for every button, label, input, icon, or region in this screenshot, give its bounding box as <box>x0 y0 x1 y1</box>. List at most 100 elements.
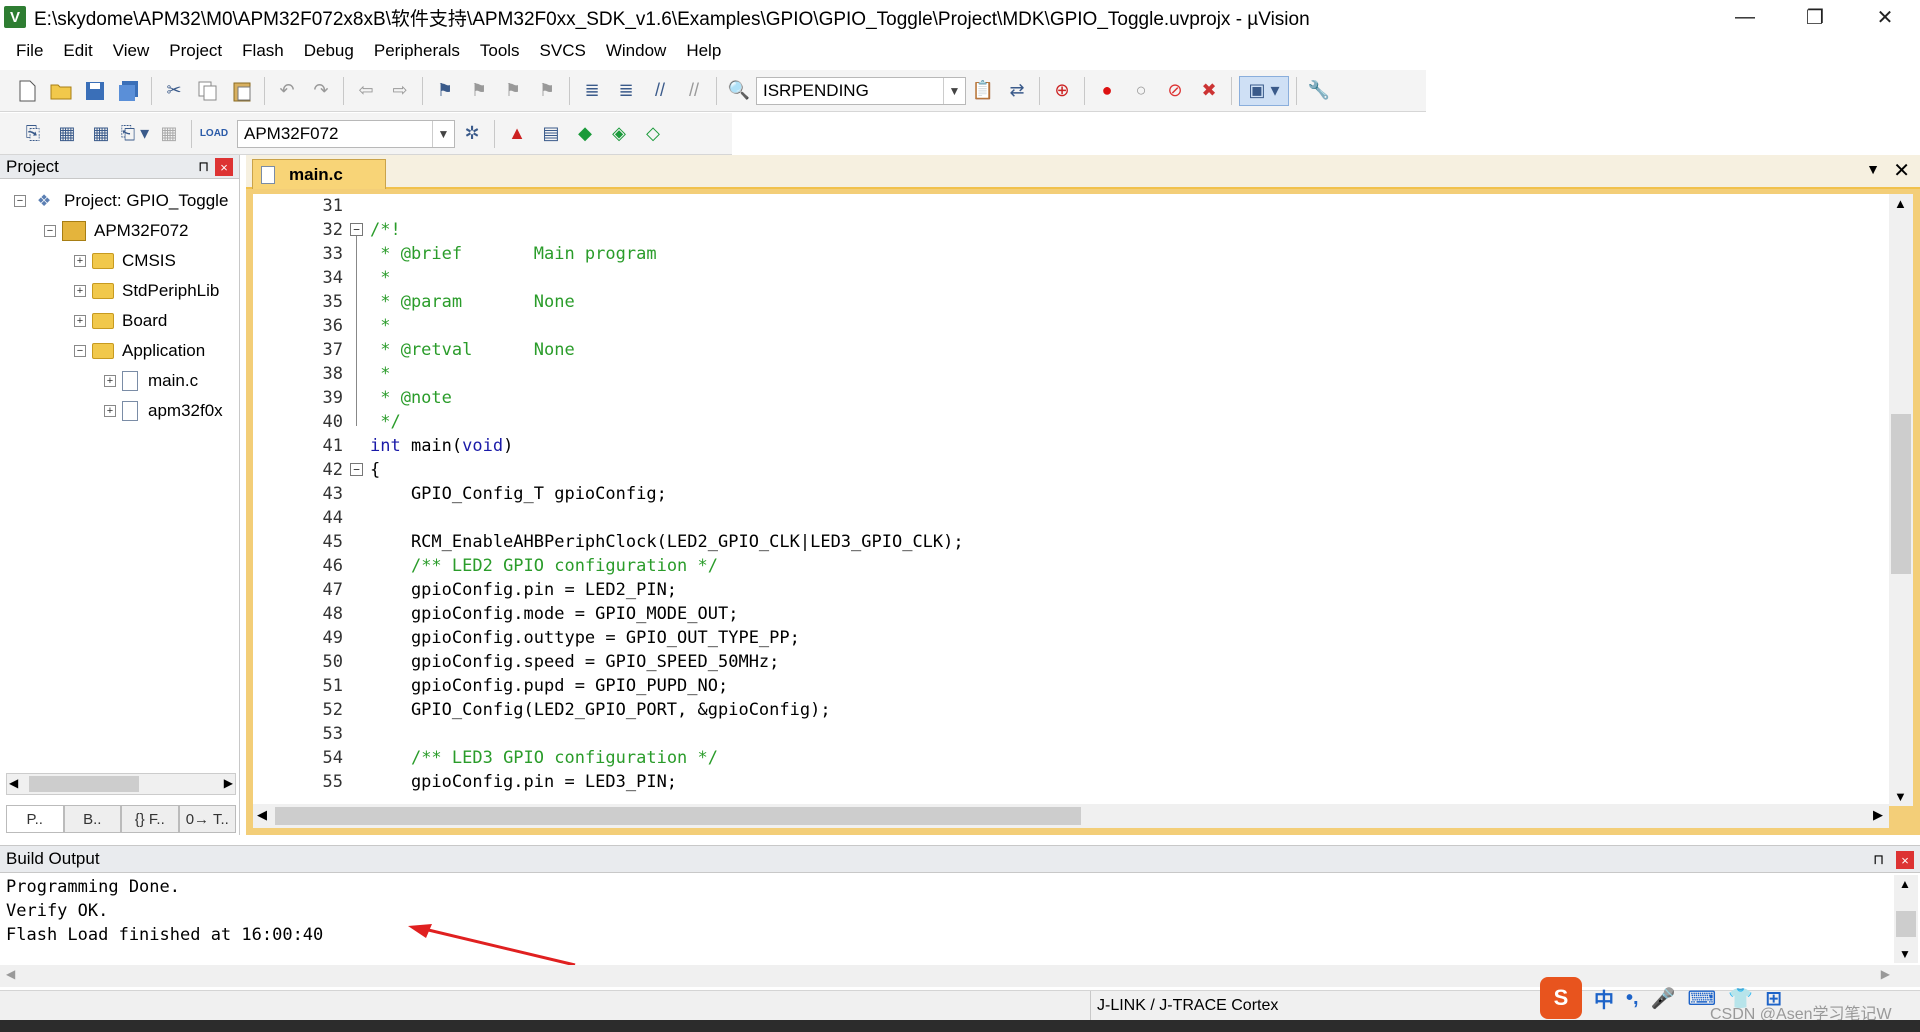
tab-functions[interactable]: {} F.. <box>121 805 179 833</box>
pin-icon[interactable]: ⊓ <box>1873 851 1884 868</box>
close-icon[interactable]: × <box>1896 851 1914 869</box>
collapse-icon[interactable]: − <box>74 345 86 357</box>
menu-svcs[interactable]: SVCS <box>530 34 596 68</box>
cut-icon[interactable]: ✂ <box>159 76 189 106</box>
code-line[interactable]: 31 <box>253 194 1873 218</box>
save-all-icon[interactable] <box>114 76 144 106</box>
ime-voice-icon[interactable]: 🎤 <box>1651 986 1676 1011</box>
ime-punctuation-icon[interactable]: •, <box>1626 987 1639 1010</box>
code-line[interactable]: 55 gpioConfig.pin = LED3_PIN; <box>253 770 1873 794</box>
code-line[interactable]: 32−/*! <box>253 218 1873 242</box>
menu-project[interactable]: Project <box>159 34 232 68</box>
scroll-right-icon[interactable]: ▶ <box>224 776 233 790</box>
code-line[interactable]: 40 */ <box>253 410 1873 434</box>
indent-icon[interactable]: ≣ <box>577 76 607 106</box>
comment-icon[interactable]: // <box>645 76 675 106</box>
code-line[interactable]: 45 RCM_EnableAHBPeriphClock(LED2_GPIO_CL… <box>253 530 1873 554</box>
build-output-vertical-scrollbar[interactable]: ▲ ▼ <box>1894 875 1918 963</box>
close-icon[interactable]: × <box>215 158 233 176</box>
unindent-icon[interactable]: ≣ <box>611 76 641 106</box>
expand-icon[interactable]: + <box>74 285 86 297</box>
code-line[interactable]: 50 gpioConfig.speed = GPIO_SPEED_50MHz; <box>253 650 1873 674</box>
tab-list-dropdown-icon[interactable]: ▼ <box>1866 161 1880 177</box>
bookmark-next-icon[interactable]: ⚑ <box>498 76 528 106</box>
sogou-ime-logo-icon[interactable]: S <box>1540 977 1582 1019</box>
code-line[interactable]: 37 * @retval None <box>253 338 1873 362</box>
tab-project[interactable]: P.. <box>6 805 64 833</box>
tree-file-main-c[interactable]: + main.c <box>104 367 198 395</box>
code-line[interactable]: 34 * <box>253 266 1873 290</box>
window-layout-icon[interactable]: ▣ ▾ <box>1239 75 1289 106</box>
stop-build-icon[interactable]: ▦ <box>154 119 184 149</box>
pin-icon[interactable]: ⊓ <box>198 158 209 175</box>
code-line[interactable]: 48 gpioConfig.mode = GPIO_MODE_OUT; <box>253 602 1873 626</box>
uncomment-icon[interactable]: // <box>679 76 709 106</box>
insert-breakpoint-icon[interactable]: ● <box>1092 76 1122 106</box>
code-line[interactable]: 39 * @note <box>253 386 1873 410</box>
menu-debug[interactable]: Debug <box>294 34 364 68</box>
code-line[interactable]: 54 /** LED3 GPIO configuration */ <box>253 746 1873 770</box>
scroll-left-icon[interactable]: ◀ <box>257 807 267 823</box>
close-button[interactable]: ✕ <box>1850 0 1920 34</box>
collapse-icon[interactable]: − <box>14 195 26 207</box>
expand-icon[interactable]: + <box>74 315 86 327</box>
tree-file-apm32f0x[interactable]: + apm32f0x <box>104 397 223 425</box>
tree-group-cmsis[interactable]: + CMSIS <box>74 247 176 275</box>
new-file-icon[interactable] <box>12 76 42 106</box>
scroll-left-icon[interactable]: ◀ <box>6 967 15 981</box>
code-editor[interactable]: 31 32−/*! 33 * @brief Main program 34 * 35 *… <box>253 194 1913 806</box>
tree-group-stdperiphlib[interactable]: + StdPeriphLib <box>74 277 219 305</box>
code-line[interactable]: 41 int main(void) <box>253 434 1873 458</box>
tree-project-root[interactable]: − ❖ Project: GPIO_Toggle <box>14 187 228 215</box>
batch-build-icon[interactable]: ⎗ ▾ <box>120 119 150 149</box>
find-combo[interactable]: ISRPENDING ▼ <box>756 76 966 105</box>
editor-horizontal-scrollbar[interactable]: ◀ ▶ <box>253 804 1889 828</box>
rebuild-icon[interactable]: ▦ <box>86 119 116 149</box>
find-in-files-icon[interactable]: 🔍 <box>724 76 754 106</box>
code-line[interactable]: 51 gpioConfig.pupd = GPIO_PUPD_NO; <box>253 674 1873 698</box>
chevron-down-icon[interactable]: ▼ <box>432 120 454 147</box>
fold-toggle-icon[interactable]: − <box>350 223 363 236</box>
incremental-find-icon[interactable]: ⇄ <box>1002 76 1032 106</box>
manage-run-time-environment-icon[interactable]: ◇ <box>638 119 668 149</box>
scroll-thumb[interactable] <box>1891 414 1911 574</box>
configure-icon[interactable]: 🔧 <box>1304 76 1334 106</box>
code-line[interactable]: 46 /** LED2 GPIO configuration */ <box>253 554 1873 578</box>
code-line[interactable]: 36 * <box>253 314 1873 338</box>
close-editor-icon[interactable]: ✕ <box>1893 158 1910 183</box>
scroll-down-icon[interactable]: ▼ <box>1894 789 1907 804</box>
tree-group-application[interactable]: − Application <box>74 337 205 365</box>
kill-all-breakpoints-icon[interactable]: ✖ <box>1194 76 1224 106</box>
bookmark-toggle-icon[interactable]: ⚑ <box>430 76 460 106</box>
expand-icon[interactable]: + <box>74 255 86 267</box>
fold-toggle-icon[interactable]: − <box>350 463 363 476</box>
tab-books[interactable]: B.. <box>63 805 121 833</box>
scroll-right-icon[interactable]: ▶ <box>1881 967 1890 981</box>
navigate-back-icon[interactable]: ⇦ <box>351 76 381 106</box>
target-combo[interactable]: APM32F072 ▼ <box>237 119 455 148</box>
code-line[interactable]: 35 * @param None <box>253 290 1873 314</box>
navigate-forward-icon[interactable]: ⇨ <box>385 76 415 106</box>
build-output-panel[interactable]: Programming Done. Verify OK. Flash Load … <box>0 873 1920 971</box>
menu-file[interactable]: File <box>6 34 53 68</box>
manage-project-items-icon[interactable]: ▲ <box>502 119 532 149</box>
tab-main-c[interactable]: main.c <box>252 159 386 189</box>
bookmark-prev-icon[interactable]: ⚑ <box>464 76 494 106</box>
scroll-right-icon[interactable]: ▶ <box>1873 807 1883 823</box>
code-line[interactable]: 33 * @brief Main program <box>253 242 1873 266</box>
save-icon[interactable] <box>80 76 110 106</box>
manage-multi-project-icon[interactable]: ▤ <box>536 119 566 149</box>
editor-vertical-scrollbar[interactable]: ▲ ▼ <box>1889 194 1913 806</box>
scroll-up-icon[interactable]: ▲ <box>1899 877 1911 891</box>
scroll-thumb[interactable] <box>275 807 1081 825</box>
chevron-down-icon[interactable]: ▼ <box>943 77 965 104</box>
restore-button[interactable]: ❐ <box>1780 0 1850 34</box>
undo-icon[interactable]: ↶ <box>272 76 302 106</box>
expand-icon[interactable]: + <box>104 375 116 387</box>
code-line[interactable]: 52 GPIO_Config(LED2_GPIO_PORT, &gpioConf… <box>253 698 1873 722</box>
load-download-icon[interactable]: LOAD <box>199 119 229 149</box>
copy-icon[interactable] <box>193 76 223 106</box>
select-packs-icon[interactable]: ◈ <box>604 119 634 149</box>
scroll-left-icon[interactable]: ◀ <box>9 776 18 790</box>
collapse-icon[interactable]: − <box>44 225 56 237</box>
